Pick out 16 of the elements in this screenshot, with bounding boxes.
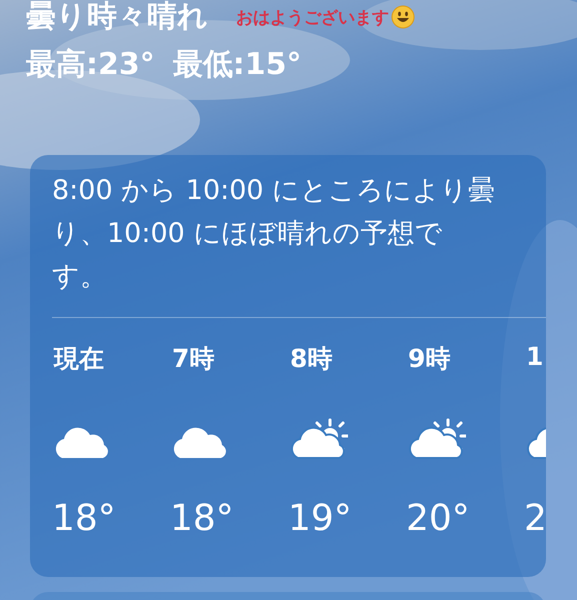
hour-temperature: 18°	[52, 498, 116, 539]
hour-label: 1	[526, 342, 544, 373]
hour-label: 8時	[290, 342, 332, 375]
hour-label: 7時	[172, 342, 214, 375]
hour-temperature: 18°	[170, 498, 234, 539]
hour-temperature: 2	[524, 498, 546, 539]
condition-title: 曇り時々晴れ	[26, 0, 208, 36]
smiley-icon	[391, 5, 415, 29]
high-temperature: 最高:23°	[26, 46, 155, 84]
hour-label: 9時	[408, 342, 450, 375]
forecast-summary: 8:00 から 10:00 にところにより曇り、10:00 にほぼ晴れの予想です。	[51, 174, 496, 294]
hour-temperature: 20°	[406, 498, 470, 539]
low-temperature: 最低:15°	[172, 46, 302, 84]
hour-label: 現在	[54, 342, 104, 375]
hour-temperature: 19°	[288, 498, 352, 539]
greeting-text: おはようございます	[236, 6, 389, 28]
